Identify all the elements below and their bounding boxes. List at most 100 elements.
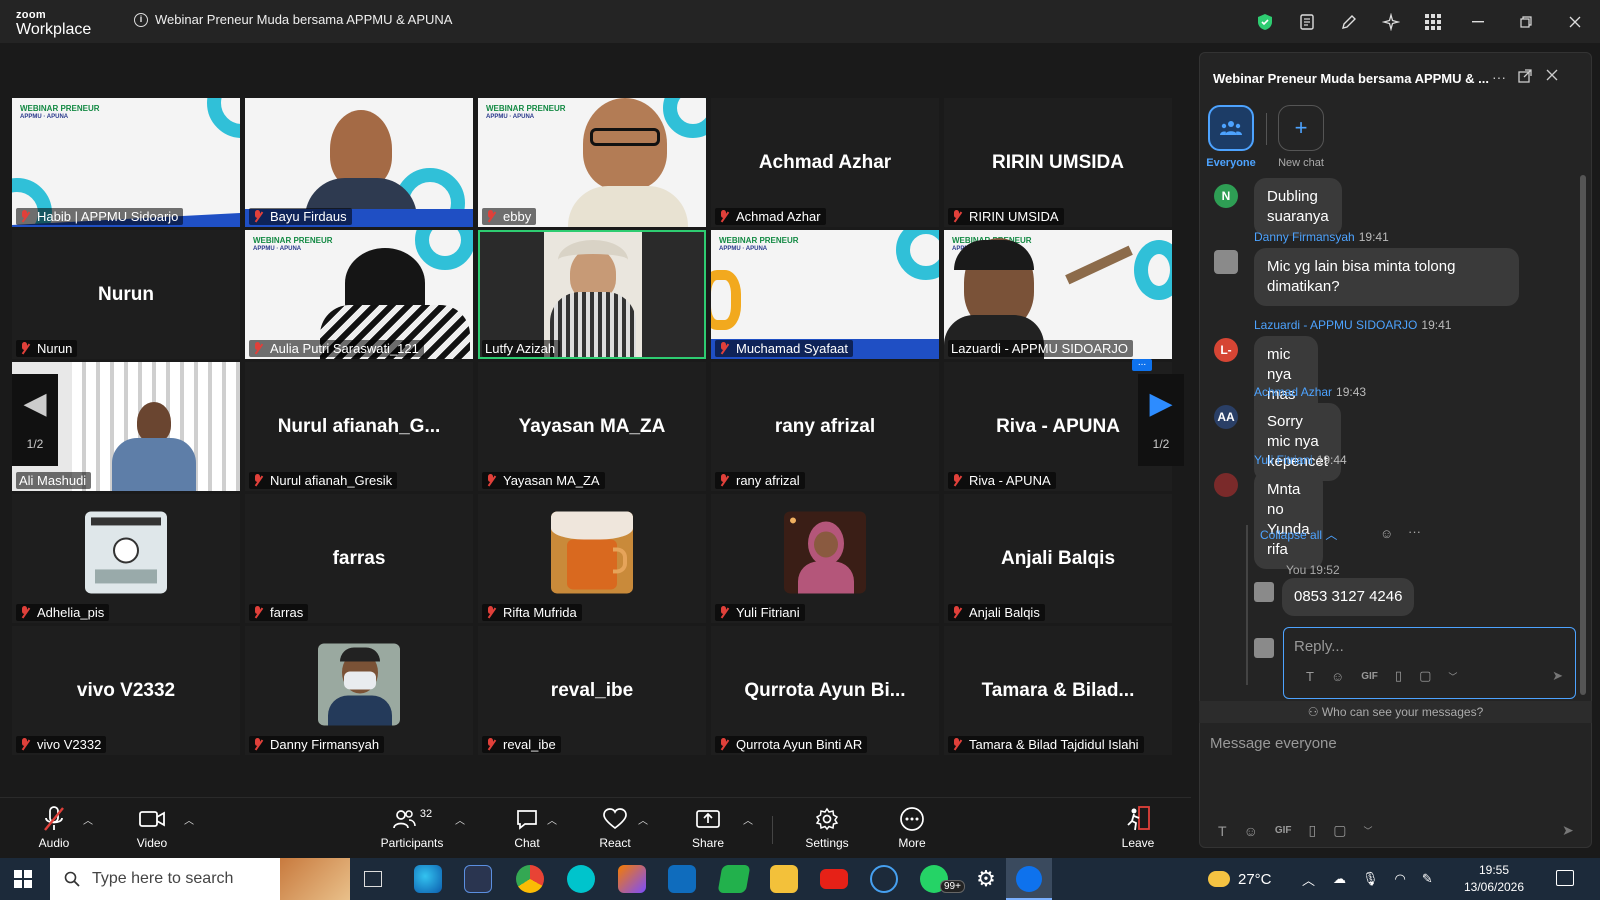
video-options-chevron-icon[interactable]: ︿ [184,812,194,827]
who-can-see-messages[interactable]: ⚇ Who can see your messages? [1199,701,1592,723]
participants-button[interactable]: 32 Participants [376,804,448,856]
microsoft-store-icon[interactable] [464,865,492,893]
chrome-icon[interactable] [516,865,544,893]
tab-new-chat[interactable]: + New chat [1266,105,1336,169]
pop-out-icon[interactable] [1518,69,1532,83]
reply-message-text[interactable]: 0853 3127 4246 [1282,578,1415,616]
video-button[interactable]: Video [117,804,187,856]
send-icon[interactable]: ➤ [1552,668,1563,684]
gif-icon[interactable]: GIF [1361,671,1378,682]
emoji-icon[interactable]: ☺ [1331,669,1344,684]
system-clock[interactable]: 19:55 13/06/2026 [1454,862,1534,896]
weather-widget[interactable]: 27°C [1208,858,1272,900]
audio-button[interactable]: Audio [19,804,89,856]
copilot-icon[interactable] [618,865,646,893]
video-tile[interactable]: WEBINAR PRENEUR APPMU · APUNA Muchamad Sy… [711,230,939,359]
tab-everyone[interactable]: Everyone [1200,105,1266,169]
canva-icon[interactable] [567,865,595,893]
send-icon[interactable]: ➤ [1562,822,1574,839]
thread-more-icon[interactable]: ··· [1408,524,1421,539]
video-tile[interactable]: WEBINAR PRENEUR APPMU · APUNA ebby [478,98,706,227]
react-options-chevron-icon[interactable]: ︿ [638,812,648,827]
video-tile[interactable]: Achmad Azhar Achmad Azhar [711,98,939,227]
video-tile[interactable]: Rifta Mufrida [478,494,706,623]
notification-center-icon[interactable] [1556,870,1574,886]
outlook-icon[interactable] [668,865,696,893]
video-tile[interactable]: RIRIN UMSIDA RIRIN UMSIDA [944,98,1172,227]
taskbar-search[interactable] [50,858,350,900]
video-tile[interactable]: Anjali Balqis Anjali Balqis [944,494,1172,623]
file-icon[interactable]: ▯ [1395,668,1402,684]
settings-gear-icon[interactable]: ⚙ [972,865,1000,893]
apps-grid-icon[interactable] [1412,0,1454,43]
reply-input[interactable] [1294,637,1564,655]
participants-options-chevron-icon[interactable]: ︿ [455,812,465,827]
message-text[interactable]: Mnta no Yunda rifa [1254,471,1323,569]
video-tile[interactable]: Nurul afianah_G... Nurul afianah_Gresik [245,362,473,491]
zoom-taskbar-app[interactable] [1006,858,1052,900]
search-input[interactable] [92,870,282,888]
whiteboard-pen-icon[interactable] [1328,0,1370,43]
app-icon[interactable] [717,865,751,893]
video-tile[interactable]: Yuli Fitriani [711,494,939,623]
video-tile[interactable]: WEBINAR PRENEURAPPMU · APUNA Lazuardi - … [944,230,1172,359]
meeting-info[interactable]: i Webinar Preneur Muda bersama APPMU & A… [134,12,452,27]
file-icon[interactable]: ▯ [1309,822,1317,839]
video-tile[interactable]: Adhelia_pis [12,494,240,623]
next-page-button[interactable]: ▶ 1/2 [1138,374,1184,466]
task-view-icon[interactable] [364,871,382,887]
ai-companion-icon[interactable] [1370,0,1412,43]
emoji-icon[interactable]: ☺ [1244,823,1258,839]
share-button[interactable]: Share [673,804,743,856]
restore-icon[interactable] [1502,0,1550,43]
minimize-icon[interactable] [1454,0,1502,43]
message-text[interactable]: Dubling suaranya [1254,178,1342,236]
share-options-chevron-icon[interactable]: ︿ [743,812,753,827]
message-text[interactable]: Sorry mic nya kepencet [1254,403,1341,481]
more-button[interactable]: More [877,804,947,856]
close-icon[interactable] [1550,0,1600,43]
chevron-down-icon[interactable]: ﹀ [1448,670,1457,683]
text-format-icon[interactable]: T [1306,669,1314,684]
more-options-icon[interactable]: ··· [1492,69,1506,85]
previous-page-button[interactable]: ◀ 1/2 [12,374,58,466]
gif-icon[interactable]: GIF [1275,825,1292,836]
video-tile[interactable]: WEBINAR PRENEUR APPMU · APUNA Aulia Putri… [245,230,473,359]
video-tile[interactable]: Nurun Nurun [12,230,240,359]
edge-dev-icon[interactable] [870,865,898,893]
youtube-icon[interactable] [820,869,848,889]
chat-options-chevron-icon[interactable]: ︿ [547,812,557,827]
microphone-icon[interactable]: 🎙 [1362,871,1379,887]
chevron-down-icon[interactable]: ﹀ [1363,824,1372,837]
wifi-icon[interactable]: ◠ [1395,871,1406,887]
audio-options-chevron-icon[interactable]: ︿ [83,812,93,827]
chat-scrollbar[interactable] [1580,175,1586,695]
info-icon[interactable]: i [134,12,148,27]
screenshot-icon[interactable]: ▢ [1333,822,1346,839]
video-tile[interactable]: farras farras [245,494,473,623]
close-chat-icon[interactable] [1546,69,1558,81]
text-format-icon[interactable]: T [1218,823,1227,839]
onedrive-cloud-icon[interactable]: ☁ [1333,871,1346,887]
tile-more-options-button[interactable]: ... [1132,358,1152,371]
video-tile-active-speaker[interactable]: Lutfy Azizah [478,230,706,359]
windows-start-icon[interactable] [14,870,32,888]
message-input[interactable]: Message everyone [1210,735,1337,752]
video-tile[interactable]: Qurrota Ayun Bi... Qurrota Ayun Binti AR [711,626,939,755]
video-tile[interactable]: WEBINAR PRENEUR APPMU · APUNA Habib | APP… [12,98,240,227]
video-tile[interactable]: rany afrizal rany afrizal [711,362,939,491]
settings-button[interactable]: Settings [792,804,862,856]
emoji-react-icon[interactable]: ☺ [1380,526,1393,541]
collapse-all-button[interactable]: Collapse all ︿ [1260,526,1337,543]
file-explorer-icon[interactable] [770,865,798,893]
edge-browser-icon[interactable] [414,865,442,893]
video-tile[interactable]: reval_ibe reval_ibe [478,626,706,755]
video-tile[interactable]: Danny Firmansyah [245,626,473,755]
video-tile[interactable]: Tamara & Bilad... Tamara & Bilad Tajdidu… [944,626,1172,755]
message-text[interactable]: Mic yg lain bisa minta tolong dimatikan? [1254,248,1519,306]
leave-button[interactable]: Leave [1103,804,1173,856]
video-tile[interactable]: Bayu Firdaus [245,98,473,227]
notes-icon[interactable] [1286,0,1328,43]
pen-icon[interactable]: ✎ [1422,871,1433,887]
shield-icon[interactable] [1244,0,1286,43]
